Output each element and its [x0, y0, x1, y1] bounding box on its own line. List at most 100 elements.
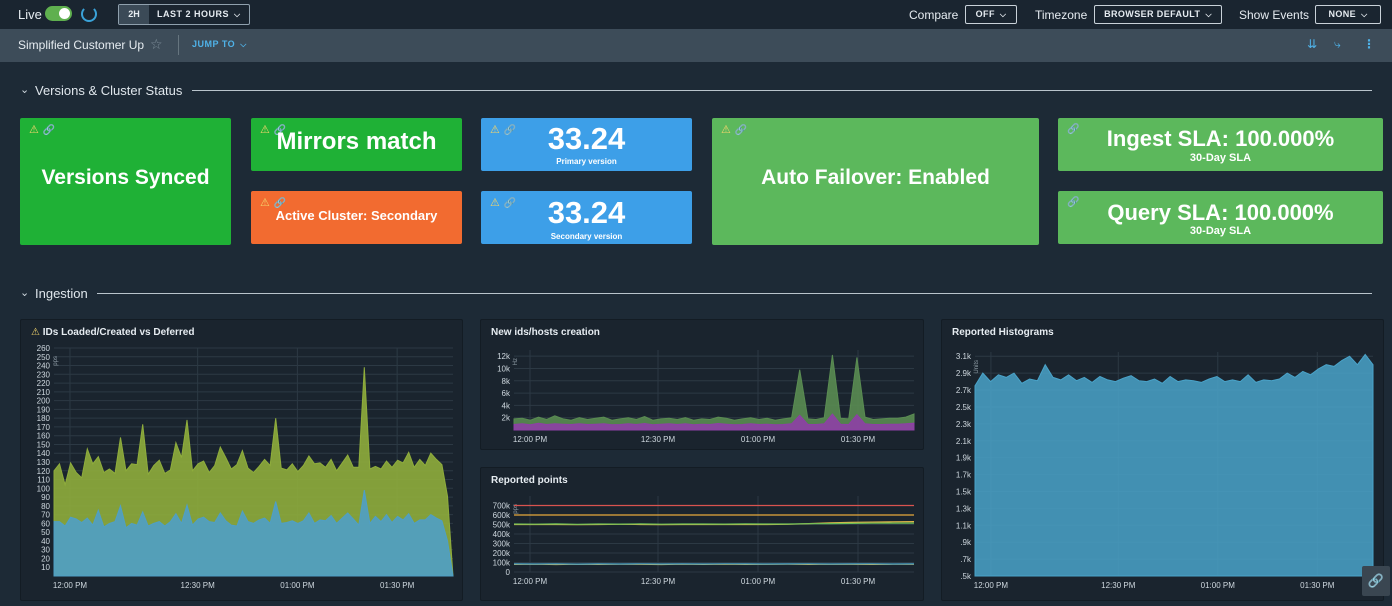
section-title: Ingestion: [35, 286, 88, 301]
y-tick-label: 240: [37, 362, 51, 371]
tile-text: Versions Synced: [41, 166, 210, 189]
y-tick-label: 220: [37, 379, 51, 388]
chart-new-ids[interactable]: 12k 10k 8k 6k 4k 2k Hz 12:00 PM 12:30 PM 01:00 PM…: [481, 320, 923, 449]
tile-value: 33.24: [547, 195, 626, 230]
y-tick-label: 6k: [502, 389, 511, 398]
y-tick-label: 100: [37, 484, 51, 493]
section-divider: [97, 293, 1372, 294]
y-tick-label: 90: [41, 493, 50, 502]
y-tick-label: 150: [37, 440, 51, 449]
events-dropdown[interactable]: NONE ⌵: [1315, 5, 1381, 24]
y-tick-label: 700k: [493, 502, 511, 511]
y-tick-label: .9k: [960, 538, 972, 547]
y-tick-label: 180: [37, 414, 51, 423]
section-header-ingestion[interactable]: ⌄ Ingestion: [20, 286, 1372, 302]
share-icon[interactable]: ⤷: [1334, 37, 1341, 52]
chart-reported-points[interactable]: 700k600k500k400k300k200k100k0pps12:00 PM…: [481, 468, 923, 600]
y-tick-label: 2.3k: [956, 420, 972, 429]
timezone-dropdown[interactable]: BROWSER DEFAULT ⌵: [1094, 5, 1222, 24]
live-toggle[interactable]: [45, 6, 72, 21]
tile-mirrors-match[interactable]: ⚠ 🔗 Mirrors match: [251, 118, 462, 171]
y-tick-label: 250: [37, 353, 51, 362]
y-tick-label: 500k: [493, 521, 511, 530]
x-tick-label: 12:30 PM: [1101, 581, 1136, 590]
section-header-versions[interactable]: ⌄ Versions & Cluster Status: [20, 83, 1372, 99]
y-tick-label: 200: [37, 397, 51, 406]
live-label: Live: [18, 7, 42, 22]
link-icon[interactable]: 🔗: [43, 125, 55, 136]
tile-auto-failover[interactable]: ⚠ 🔗 Auto Failover: Enabled: [712, 118, 1039, 245]
y-tick-label: 600k: [493, 511, 511, 520]
x-tick-label: 01:30 PM: [841, 435, 876, 444]
y-tick-label: 1.7k: [956, 471, 972, 480]
x-tick-label: 12:00 PM: [974, 581, 1009, 590]
series-area: [974, 353, 1374, 577]
y-tick-label: 2.1k: [956, 437, 972, 446]
tile-primary-version[interactable]: ⚠ 🔗 33.24 Primary version: [481, 118, 692, 171]
y-tick-label: 12k: [497, 352, 511, 361]
y-tick-label: 1.3k: [956, 504, 972, 513]
link-icon[interactable]: 🔗: [1362, 566, 1390, 596]
chevron-down-icon[interactable]: ⌄: [20, 286, 29, 299]
y-tick-label: 260: [37, 344, 51, 353]
x-tick-label: 12:00 PM: [513, 577, 548, 586]
y-axis-unit: Hz: [513, 358, 519, 365]
collapse-all-icon[interactable]: ⇊: [1307, 37, 1317, 51]
chart-panel-reported-points[interactable]: Reported points 700k 600k 500k 400k 300k 200k…: [480, 467, 924, 601]
section-title: Versions & Cluster Status: [35, 83, 183, 98]
y-tick-label: 130: [37, 458, 51, 467]
tile-subtitle: 30-Day SLA: [1189, 225, 1252, 237]
timezone-value: BROWSER DEFAULT: [1104, 9, 1201, 19]
tile-subtitle: 30-Day SLA: [1189, 152, 1252, 164]
x-tick-label: 12:30 PM: [641, 577, 676, 586]
y-tick-label: 100k: [493, 559, 511, 568]
range-dropdown[interactable]: LAST 2 HOURS ⌵: [149, 5, 249, 24]
y-axis-unit: pps: [53, 356, 59, 366]
warning-icon: ⚠: [29, 124, 39, 136]
y-axis-unit: Units: [974, 360, 980, 374]
chart-panel-ids-loaded[interactable]: ⚠ IDs Loaded/Created vs Deferred 10 20 30 4…: [20, 319, 463, 601]
y-tick-label: 40: [41, 537, 50, 546]
jump-to-label: JUMP TO: [192, 39, 236, 49]
chart-ids-loaded[interactable]: 1020304050607080901001101201301401501601…: [21, 320, 462, 600]
tile-query-sla[interactable]: 🔗 Query SLA: 100.000% 30-Day SLA: [1058, 191, 1383, 244]
y-tick-label: 160: [37, 432, 51, 441]
tile-versions-synced[interactable]: ⚠ 🔗 Versions Synced: [20, 118, 231, 245]
chart-panel-histograms[interactable]: Reported Histograms 3.1k 2.9k 2.7k 2.5k 2.3k…: [941, 319, 1384, 601]
y-tick-label: 50: [41, 528, 50, 537]
y-tick-label: 20: [41, 554, 50, 563]
tile-text: Query SLA: 100.000%: [1107, 200, 1334, 225]
x-tick-label: 01:00 PM: [280, 581, 315, 590]
tile-secondary-version[interactable]: ⚠ 🔗 33.24 Secondary version: [481, 191, 692, 244]
range-label: LAST 2 HOURS: [157, 9, 230, 19]
y-tick-label: 4k: [502, 401, 511, 410]
tile-active-cluster[interactable]: ⚠ 🔗 Active Cluster: Secondary: [251, 191, 462, 244]
jump-to-dropdown[interactable]: JUMP TO ⌵: [192, 39, 247, 50]
x-tick-label: 01:30 PM: [380, 581, 415, 590]
y-tick-label: 2.5k: [956, 403, 972, 412]
compare-dropdown[interactable]: OFF ⌵: [965, 5, 1017, 24]
y-tick-label: 210: [37, 388, 51, 397]
star-icon[interactable]: ☆: [150, 36, 163, 53]
x-tick-label: 01:00 PM: [741, 435, 776, 444]
x-tick-label: 12:30 PM: [181, 581, 216, 590]
y-tick-label: 120: [37, 467, 51, 476]
range-short-button[interactable]: 2H: [119, 5, 149, 24]
tile-text: Mirrors match: [276, 128, 437, 155]
x-tick-label: 01:00 PM: [741, 577, 776, 586]
y-tick-label: 170: [37, 423, 51, 432]
y-tick-label: 2.7k: [956, 386, 972, 395]
tile-ingest-sla[interactable]: 🔗 Ingest SLA: 100.000% 30-Day SLA: [1058, 118, 1383, 171]
y-tick-label: .5k: [960, 572, 972, 581]
dashboard-title: Simplified Customer Up: [18, 38, 145, 52]
chevron-down-icon: ⌵: [234, 10, 241, 19]
chart-histograms[interactable]: 3.1k 2.9k 2.7k 2.5k 2.3k 2.1k 1.9k 1.7k 1.5k 1.3k…: [942, 320, 1383, 600]
time-range-selector[interactable]: 2H LAST 2 HOURS ⌵: [118, 4, 250, 25]
divider: [178, 35, 179, 55]
more-options-icon[interactable]: ⋮: [1363, 37, 1375, 51]
chart-panel-new-ids[interactable]: New ids/hosts creation 12k 10k 8k 6k 4k 2k Hz 1…: [480, 319, 924, 450]
tile-text: Active Cluster: Secondary: [275, 208, 438, 223]
y-tick-label: 80: [41, 502, 50, 511]
link-icon[interactable]: 🔗: [735, 125, 747, 136]
chevron-down-icon[interactable]: ⌄: [20, 83, 29, 96]
